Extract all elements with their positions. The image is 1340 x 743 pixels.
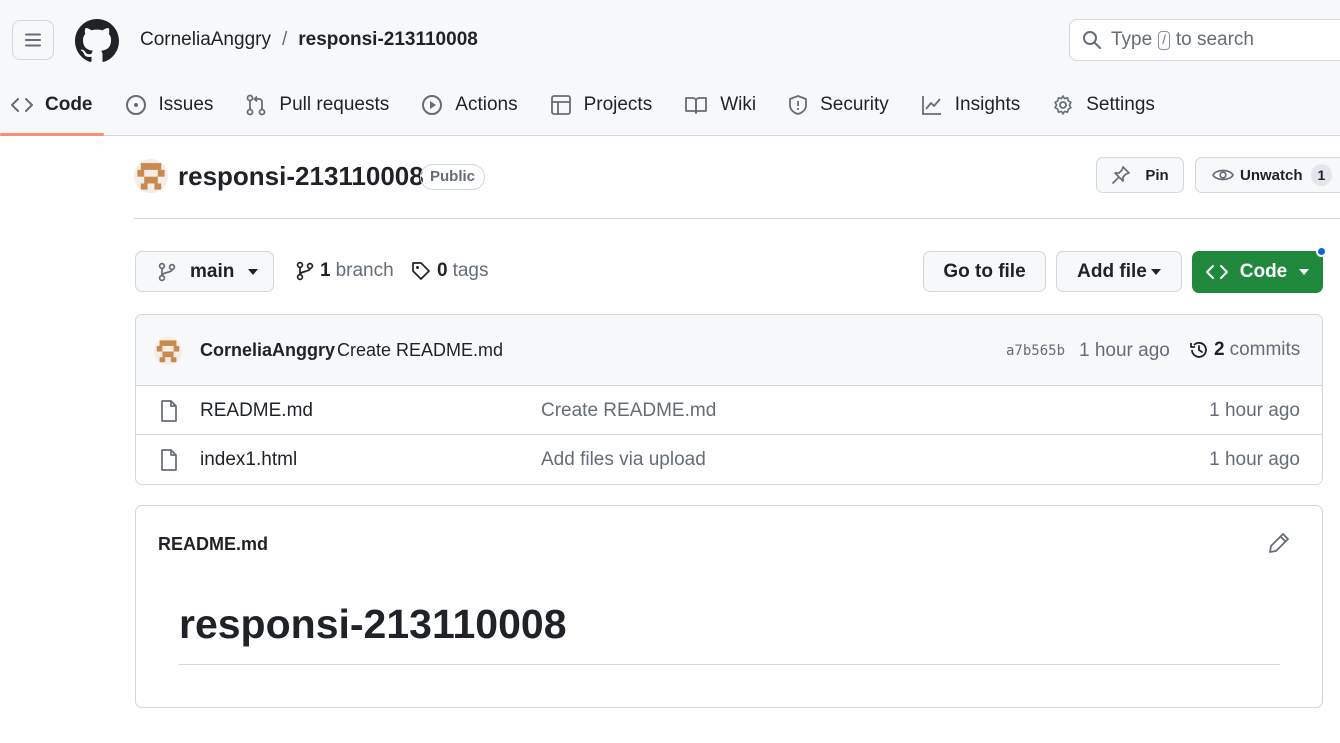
commit-message-link[interactable]: Create README.md [337,340,503,361]
graph-icon [921,94,943,116]
issue-icon [125,94,147,116]
pin-label: Pin [1145,166,1169,184]
commit-author-link[interactable]: CorneliaAnggry [200,340,335,361]
caret-down-icon [248,268,259,275]
tab-label: Settings [1086,94,1155,115]
hamburger-icon [24,32,42,48]
tag-word: tags [452,260,489,281]
file-icon [160,400,178,422]
tags-link[interactable]: 0 tags [411,260,489,282]
code-button-label: Code [1239,261,1288,282]
file-commit-time: 1 hour ago [1209,449,1300,470]
file-name-link[interactable]: README.md [200,400,313,422]
branch-name: main [190,260,235,282]
tag-icon [411,261,431,281]
github-logo-icon[interactable] [75,19,119,63]
code-icon [1205,263,1228,281]
tab-pull-requests[interactable]: Pull requests [234,84,400,126]
tab-label: Pull requests [279,94,390,115]
latest-commit-bar: CorneliaAnggry Create README.md a7b565b … [136,315,1322,386]
gear-icon [1052,94,1074,116]
caret-down-icon [1299,269,1310,275]
breadcrumb-separator: / [281,29,288,50]
add-file-label: Add file [1077,260,1147,282]
tab-issues[interactable]: Issues [114,84,225,126]
tab-label: Wiki [720,94,757,115]
search-input[interactable]: Type / to search [1069,19,1340,61]
readme-panel: README.md responsi-213110008 [135,505,1323,708]
tab-label: Insights [954,94,1021,115]
search-shortcut-key: / [1158,30,1170,50]
pull-request-icon [245,94,267,116]
tab-label: Code [45,94,93,115]
search-placeholder-suffix: to search [1175,29,1254,50]
tab-code[interactable]: Code [0,84,104,136]
unwatch-label: Unwatch [1240,166,1303,184]
breadcrumb: CorneliaAnggry / responsi-213110008 [140,29,478,51]
tab-settings[interactable]: Settings [1041,84,1166,126]
readme-filename-link[interactable]: README.md [158,534,268,555]
branch-icon [296,261,314,281]
commit-time: 1 hour ago [1079,340,1170,361]
file-row[interactable]: README.md Create README.md 1 hour ago [136,386,1322,435]
unwatch-button[interactable]: Unwatch 1 [1195,157,1340,193]
commit-sha-link[interactable]: a7b565b [1006,343,1065,359]
tab-label: Issues [158,94,214,115]
watch-count: 1 [1310,164,1333,186]
visibility-badge: Public [420,164,486,190]
search-placeholder-prefix: Type [1111,29,1153,50]
tab-label: Projects [583,94,653,115]
commit-word: commits [1229,339,1301,360]
search-icon [1082,30,1102,50]
readme-heading: responsi-213110008 [179,601,567,647]
pin-button[interactable]: Pin [1096,157,1184,193]
branch-select-button[interactable]: main [135,251,274,292]
eye-icon [1212,167,1234,183]
play-icon [421,94,443,116]
file-icon [160,449,178,471]
commit-count: 2 [1214,339,1225,360]
title-divider [134,218,1340,219]
repo-title[interactable]: responsi-213110008 [178,161,424,192]
caret-down-icon [1150,268,1161,275]
branch-word: branch [335,260,394,281]
file-commit-time: 1 hour ago [1209,400,1300,421]
tab-label: Actions [455,94,518,115]
tab-projects[interactable]: Projects [539,84,664,126]
tab-security[interactable]: Security [777,84,900,126]
file-commit-message-link[interactable]: Add files via upload [541,449,706,471]
go-to-file-button[interactable]: Go to file [923,251,1046,292]
file-row[interactable]: index1.html Add files via upload 1 hour … [136,435,1322,484]
avatar[interactable] [154,337,182,365]
app-header: CorneliaAnggry / responsi-213110008 Type… [0,0,1340,136]
branch-count: 1 [320,260,331,281]
tab-wiki[interactable]: Wiki [673,84,767,126]
branch-icon [158,262,176,282]
tab-insights[interactable]: Insights [910,84,1031,126]
breadcrumb-repo-link[interactable]: responsi-213110008 [298,29,478,51]
tag-count: 0 [437,260,448,281]
tab-actions[interactable]: Actions [410,84,528,126]
shield-icon [788,94,808,116]
branches-link[interactable]: 1 branch [296,260,394,282]
code-icon [11,96,33,114]
menu-button[interactable] [12,20,54,60]
tab-label: Security [820,94,889,115]
history-icon [1188,339,1210,361]
table-icon [550,94,572,116]
pencil-icon[interactable] [1268,532,1290,554]
commits-link[interactable]: 2 commits [1188,339,1300,361]
file-commit-message-link[interactable]: Create README.md [541,400,716,422]
code-button[interactable]: Code [1192,251,1323,293]
readme-heading-rule [179,664,1280,665]
pin-icon [1111,165,1131,185]
file-name-link[interactable]: index1.html [200,449,297,471]
book-icon [684,94,708,116]
notification-dot [1316,246,1327,257]
repo-nav-tabs: Code Issues Pull requests Actions Projec… [0,84,1176,136]
avatar[interactable] [134,159,168,193]
add-file-button[interactable]: Add file [1056,251,1182,292]
breadcrumb-owner-link[interactable]: CorneliaAnggry [140,29,271,51]
file-browser: CorneliaAnggry Create README.md a7b565b … [135,314,1323,485]
